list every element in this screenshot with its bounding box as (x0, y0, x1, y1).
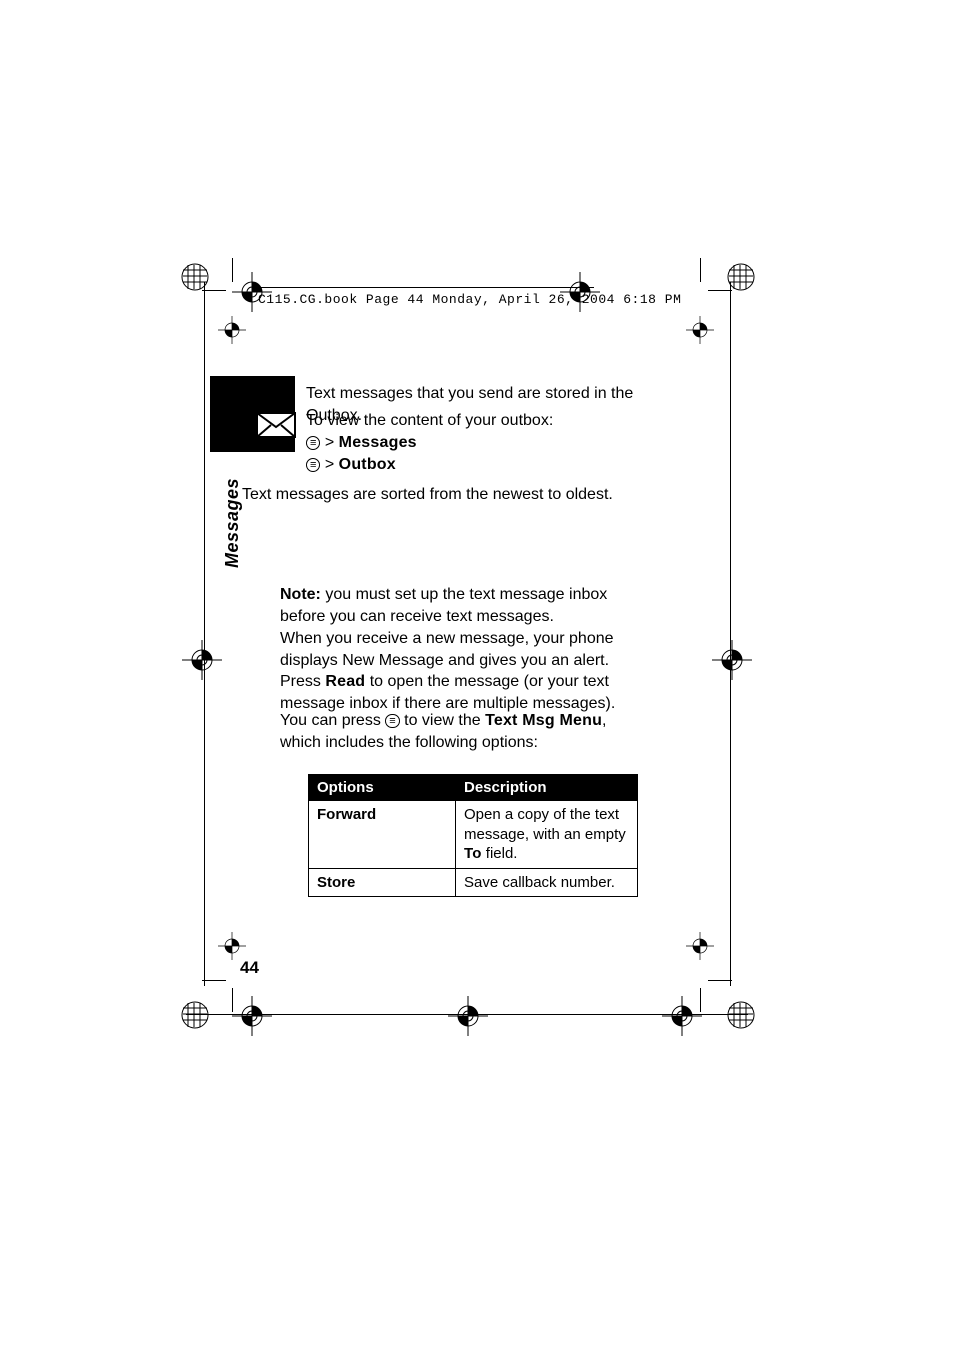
crop-tick (202, 980, 226, 981)
registration-target-icon (448, 996, 488, 1036)
registration-corner-icon (180, 262, 210, 292)
menu-key-icon: ≡ (306, 458, 320, 472)
desc-text: Open a copy of the text message, with an… (464, 806, 626, 843)
nav-row-messages: ≡ > Messages (306, 432, 650, 454)
page-number: 44 (240, 958, 259, 978)
registration-target-icon (686, 316, 714, 344)
intro-p2: To view the content of your outbox: (306, 410, 650, 432)
note-text: you must set up the text message inbox b… (280, 586, 607, 625)
registration-target-icon (232, 996, 272, 1036)
crop-tick (700, 258, 701, 282)
press-pre: You can press (280, 712, 385, 729)
nav-row-outbox: ≡ > Outbox (306, 454, 650, 476)
sorted-line: Text messages are sorted from the newest… (242, 486, 613, 503)
crop-tick (708, 980, 732, 981)
table-row: Forward Open a copy of the text message,… (309, 801, 638, 869)
desc-bold: To (464, 845, 482, 862)
desc-text: Save callback number. (464, 874, 615, 891)
press-mid: to view the (400, 712, 485, 729)
envelope-icon (255, 405, 297, 447)
registration-target-icon (218, 932, 246, 960)
nav-item-outbox: Outbox (339, 456, 396, 473)
header-rule (258, 287, 594, 288)
menu-key-icon: ≡ (385, 714, 399, 728)
registration-target-icon (712, 640, 752, 680)
text-msg-menu: Text Msg Menu (485, 712, 602, 729)
nav-sep: > (325, 434, 334, 451)
opt-store: Store (309, 868, 456, 897)
opt-forward: Forward (309, 801, 456, 869)
read-key: Read (325, 673, 365, 690)
desc-text: field. (482, 845, 518, 862)
note-label: Note: (280, 586, 321, 603)
registration-target-icon (662, 996, 702, 1036)
registration-target-icon (182, 640, 222, 680)
crop-guide (204, 282, 205, 986)
opt-store-desc: Save callback number. (456, 868, 638, 897)
menu-key-icon: ≡ (306, 436, 320, 450)
registration-corner-icon (180, 1000, 210, 1030)
side-label-messages: Messages (222, 478, 243, 568)
table-row: Store Save callback number. (309, 868, 638, 897)
registration-corner-icon (726, 1000, 756, 1030)
registration-target-icon (218, 316, 246, 344)
nav-item-messages: Messages (339, 434, 417, 451)
th-options: Options (309, 775, 456, 801)
opt-forward-desc: Open a copy of the text message, with an… (456, 801, 638, 869)
registration-target-icon (686, 932, 714, 960)
crop-guide (730, 282, 731, 986)
nav-sep: > (325, 456, 334, 473)
th-description: Description (456, 775, 638, 801)
registration-corner-icon (726, 262, 756, 292)
header-path-line: C115.CG.book Page 44 Monday, April 26, 2… (258, 292, 681, 307)
options-table: Options Description Forward Open a copy … (308, 774, 638, 897)
